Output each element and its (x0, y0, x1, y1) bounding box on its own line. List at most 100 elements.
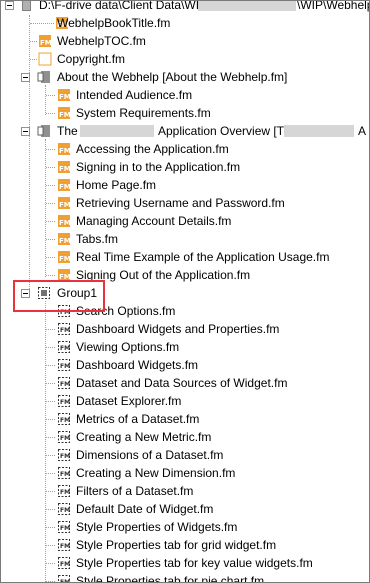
item-label: Viewing Options.fm (76, 340, 180, 354)
tree-item[interactable]: FM Dataset Explorer.fm (1, 392, 369, 410)
tree-item[interactable]: FM Dataset and Data Sources of Widget.fm (1, 374, 369, 392)
tree-line (46, 473, 55, 474)
dashed-fm-file-icon: FM (58, 377, 70, 389)
svg-text:FM: FM (59, 201, 71, 209)
tree-line (46, 419, 55, 420)
item-label: Metrics of a Dataset.fm (76, 412, 200, 426)
item-label: Home Page.fm (76, 178, 157, 192)
tree-item[interactable]: FM Metrics of a Dataset.fm (1, 410, 369, 428)
tree-item[interactable]: FM Retrieving Username and Password.fm (1, 194, 369, 212)
tree-item[interactable]: FM Creating a New Dimension.fm (1, 464, 369, 482)
highlight-box (13, 280, 105, 312)
item-label: Managing Account Details.fm (76, 214, 232, 228)
item-label: Retrieving Username and Password.fm (76, 196, 285, 210)
book-tree-panel: D:\F-drive data\Client Data\WIP\ \WIP\We… (0, 0, 370, 583)
tree-line (46, 239, 55, 240)
svg-text:FM: FM (60, 471, 70, 478)
dashed-fm-file-icon: FM (58, 341, 70, 353)
tree-item[interactable]: FM Tabs.fm (1, 230, 369, 248)
tree-line (46, 527, 55, 528)
tree-item[interactable]: FM Style Properties tab for pie chart.fm (1, 572, 369, 582)
item-label: Creating a New Dimension.fm (76, 466, 236, 480)
tree-item[interactable]: FM Viewing Options.fm (1, 338, 369, 356)
tree-item[interactable]: FM System Requirements.fm (1, 104, 369, 122)
tree-line (46, 509, 55, 510)
svg-text:FM: FM (60, 381, 70, 388)
svg-text:FM: FM (60, 489, 70, 496)
tree-item[interactable]: FM Accessing the Application.fm (1, 140, 369, 158)
dashed-fm-file-icon: FM (58, 521, 70, 533)
tree-line (46, 383, 55, 384)
tree-item[interactable]: FM Real Time Example of the Application U… (1, 248, 369, 266)
item-label: Accessing the Application.fm (76, 142, 229, 156)
fm-file-icon: FM (58, 143, 71, 155)
svg-text:FM: FM (59, 255, 71, 263)
group-label: About the Webhelp [About the Webhelp.fm] (57, 70, 288, 84)
dashed-fm-file-icon: FM (58, 467, 70, 479)
fm-file-icon: FM (58, 179, 71, 191)
fm-file-icon: FM (58, 161, 71, 173)
root-path-end: \WIP\Webhelp\Web (297, 0, 369, 12)
item-label: WebhelpBookTitle.fm (57, 16, 171, 30)
group-label-end: A (358, 124, 367, 138)
tree-item[interactable]: FM Style Properties tab for grid widget.f… (1, 536, 369, 554)
group-label-prefix: The (57, 124, 78, 138)
tree-item[interactable]: FM Filters of a Dataset.fm (1, 482, 369, 500)
tree-item[interactable]: FM Style Properties tab for key value wid… (1, 554, 369, 572)
fm-file-icon: FM (58, 197, 71, 209)
svg-text:FM: FM (60, 363, 70, 370)
tree-item[interactable]: Copyright.fm (1, 50, 369, 68)
dashed-fm-file-icon: FM (58, 359, 70, 371)
svg-text:FM: FM (60, 453, 70, 460)
tree-group-overview[interactable]: The Application Overview [The A (1, 122, 369, 140)
tree-item[interactable]: FM Dashboard Widgets and Properties.fm (1, 320, 369, 338)
tree-item[interactable]: FM Managing Account Details.fm (1, 212, 369, 230)
redacted-text (284, 125, 354, 137)
tree-item[interactable]: FM WebhelpTOC.fm (1, 32, 369, 50)
item-label: Intended Audience.fm (76, 88, 193, 102)
item-label: Dimensions of a Dataset.fm (76, 448, 224, 462)
tree-line (46, 167, 55, 168)
svg-text:FM: FM (59, 219, 71, 227)
tree-line (46, 275, 55, 276)
tree-line (46, 491, 55, 492)
tree-item[interactable]: FM Style Properties of Widgets.fm (1, 518, 369, 536)
svg-text:FM: FM (60, 543, 70, 550)
tree-line (46, 203, 55, 204)
tree-line (30, 41, 37, 42)
book-file-icon (22, 1, 31, 11)
svg-text:FM: FM (59, 147, 71, 155)
tree-root[interactable]: D:\F-drive data\Client Data\WIP\ \WIP\We… (1, 0, 369, 14)
tree-item[interactable]: FM WebhelpBookTitle.fm (1, 14, 369, 32)
svg-text:FM: FM (60, 417, 70, 424)
svg-text:FM: FM (60, 507, 70, 514)
tree-line (46, 347, 55, 348)
tree-item[interactable]: FM Intended Audience.fm (1, 86, 369, 104)
tree-item[interactable]: FM Dimensions of a Dataset.fm (1, 446, 369, 464)
svg-text:FM: FM (59, 165, 71, 173)
tree-line (30, 59, 37, 60)
svg-text:FM: FM (60, 399, 70, 406)
tree-line (46, 437, 55, 438)
collapse-toggle[interactable] (21, 73, 30, 82)
tree-item[interactable]: FM Default Date of Widget.fm (1, 500, 369, 518)
tree-line (46, 113, 55, 114)
book-group-icon (37, 71, 50, 83)
tree-item[interactable]: FM Signing in to the Application.fm (1, 158, 369, 176)
dashed-fm-file-icon: FM (58, 539, 70, 551)
tree-item[interactable]: FM Home Page.fm (1, 176, 369, 194)
dashed-fm-file-icon: FM (58, 503, 70, 515)
item-label: Dataset Explorer.fm (76, 394, 182, 408)
dashed-fm-file-icon: FM (58, 323, 70, 335)
collapse-toggle[interactable] (21, 127, 30, 136)
tree-item[interactable]: FM Dashboard Widgets.fm (1, 356, 369, 374)
tree-line (46, 185, 55, 186)
item-label: WebhelpTOC.fm (57, 34, 146, 48)
tree-item[interactable]: FM Creating a New Metric.fm (1, 428, 369, 446)
item-label: Creating a New Metric.fm (76, 430, 212, 444)
item-label: Dashboard Widgets.fm (76, 358, 199, 372)
tree-line (46, 257, 55, 258)
tree-line (46, 365, 55, 366)
collapse-toggle[interactable] (5, 1, 14, 10)
tree-group-about[interactable]: About the Webhelp [About the Webhelp.fm] (1, 68, 369, 86)
